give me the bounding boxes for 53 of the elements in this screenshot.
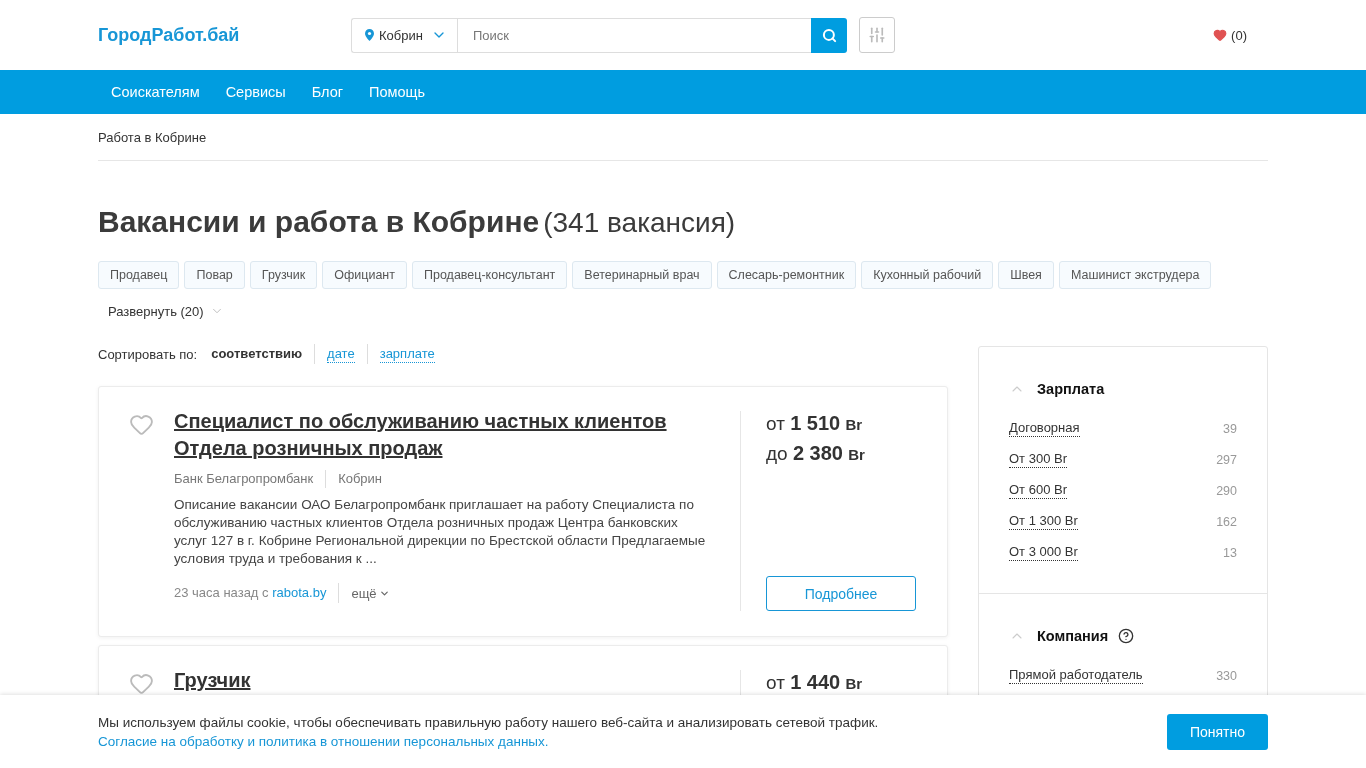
profession-tag[interactable]: Официант xyxy=(322,261,407,289)
salary-text: до 2 380 Br xyxy=(766,441,866,466)
profession-tag[interactable]: Продавец xyxy=(98,261,180,289)
salary-text: от 1 510 Br xyxy=(766,411,864,436)
vacancy-description: Описание вакансии ОАО Белагропромбанк приглашает на работу Специалиста по обслуживанию частных клиентов Отдела розничных продаж Центра банковских услуг 127 в г. Кобрине Региональной дирекции по Брестской области Предлагаемые условия труда и требования к ... xyxy=(174,496,707,568)
option-count: 13 xyxy=(1223,545,1237,560)
more-button[interactable]: ещё xyxy=(351,585,390,601)
help-icon[interactable] xyxy=(1118,628,1135,644)
vacancy-title-link[interactable]: Грузчик xyxy=(174,667,714,694)
profession-tag[interactable]: Повар xyxy=(184,261,245,289)
breadcrumb-text: Работа в Кобрине xyxy=(98,129,207,145)
posted-time-text: 23 часа назад с rabota.by xyxy=(174,584,327,602)
sliders-icon xyxy=(868,26,886,44)
profession-tag[interactable]: Кухонный рабочий xyxy=(861,261,994,289)
profession-tag[interactable]: Продавец-консультант xyxy=(411,261,568,289)
filter-settings-button[interactable] xyxy=(859,17,895,53)
search-button[interactable] xyxy=(811,17,847,53)
location-pin-icon xyxy=(365,29,374,41)
filter-section-toggle[interactable]: Компания xyxy=(1009,628,1109,644)
heart-icon xyxy=(1213,28,1228,42)
option-count: 290 xyxy=(1216,483,1237,498)
sort-label: Сортировать по: xyxy=(98,346,198,362)
expand-button[interactable]: Развернуть (20) xyxy=(98,303,224,319)
filter-option[interactable]: От 600 Br xyxy=(1009,482,1067,499)
filter-option[interactable]: Прямой работодатель xyxy=(1009,667,1143,684)
salary-text: от 1 440 Br xyxy=(766,670,864,695)
filter-section-toggle[interactable]: Зарплата xyxy=(1009,381,1105,397)
option-count: 330 xyxy=(1216,668,1237,683)
heart-icon[interactable] xyxy=(128,412,155,437)
company-link[interactable]: Банк Белагропромбанк xyxy=(174,470,314,488)
search-icon xyxy=(821,27,837,43)
favorites-link[interactable]: (0) xyxy=(1213,27,1247,43)
city-select[interactable]: Кобрин xyxy=(351,17,457,53)
vacancy-count: (341 вакансия) xyxy=(543,207,736,239)
profession-tag[interactable]: Грузчик xyxy=(249,261,318,289)
profession-tag[interactable]: Ветеринарный врач xyxy=(572,261,712,289)
vacancy-city: Кобрин xyxy=(338,470,383,488)
cookie-notice-text: Мы используем файлы cookie, чтобы обеспечивать правильную работу нашего веб-сайта и анализировать сетевой трафик. xyxy=(98,713,879,732)
filter-option[interactable]: От 1 300 Br xyxy=(1009,513,1078,530)
filter-option[interactable]: Договорная xyxy=(1009,420,1080,437)
profession-tag[interactable]: Машинист экструдера xyxy=(1058,261,1212,289)
search-field[interactable]: Поиск xyxy=(457,17,811,53)
heart-icon[interactable] xyxy=(128,671,155,696)
profession-tag[interactable]: Швея xyxy=(998,261,1054,289)
option-count: 39 xyxy=(1223,421,1237,436)
vacancy-title-link[interactable]: Специалист по обслуживанию частных клиентов Отдела розничных продаж xyxy=(174,408,714,462)
profession-tag[interactable]: Слесарь-ремонтник xyxy=(716,261,857,289)
filter-option[interactable]: От 3 000 Br xyxy=(1009,544,1078,561)
filter-option[interactable]: От 300 Br xyxy=(1009,451,1067,468)
sort-option[interactable]: соответствию xyxy=(211,346,303,362)
option-count: 162 xyxy=(1216,514,1237,529)
option-count: 297 xyxy=(1216,452,1237,467)
page-heading: Вакансии и работа в Кобрине xyxy=(98,204,540,240)
